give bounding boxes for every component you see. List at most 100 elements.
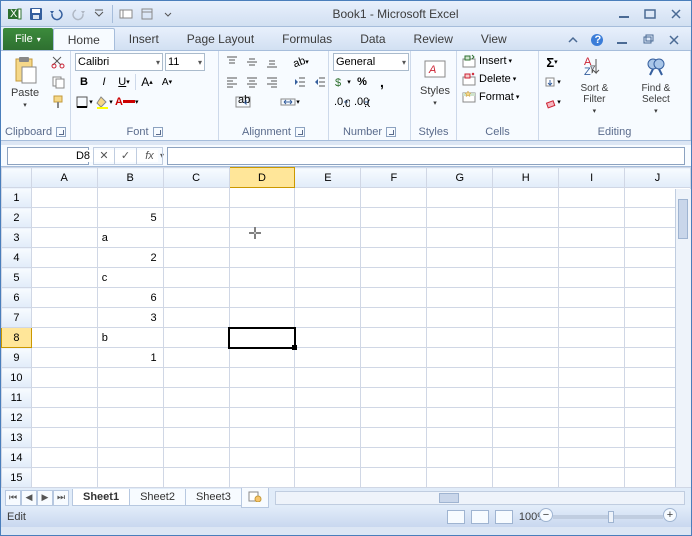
cell-F7[interactable] <box>361 308 427 328</box>
cell-C9[interactable] <box>163 348 229 368</box>
qat-dropdown-icon[interactable] <box>158 4 178 24</box>
number-format-combo[interactable]: General▾ <box>333 53 409 71</box>
column-header-B[interactable]: B <box>97 168 163 188</box>
cell-D13[interactable] <box>229 428 295 448</box>
cell-D9[interactable] <box>229 348 295 368</box>
tab-nav-next[interactable]: ▶ <box>37 490 53 506</box>
autosum-button[interactable]: Σ▾ <box>543 53 561 71</box>
cell-C4[interactable] <box>163 248 229 268</box>
cell-D8[interactable] <box>229 328 295 348</box>
align-middle-button[interactable] <box>243 53 261 71</box>
row-header-13[interactable]: 13 <box>2 428 32 448</box>
cell-E9[interactable] <box>295 348 361 368</box>
font-name-combo[interactable]: Calibri▾ <box>75 53 163 71</box>
tab-view[interactable]: View <box>467 28 521 50</box>
cell-H11[interactable] <box>493 388 559 408</box>
cell-B10[interactable] <box>97 368 163 388</box>
cell-E5[interactable] <box>295 268 361 288</box>
cell-A11[interactable] <box>31 388 97 408</box>
cell-A10[interactable] <box>31 368 97 388</box>
fill-button[interactable]: ▾ <box>543 73 561 91</box>
cell-A15[interactable] <box>31 468 97 488</box>
cell-I8[interactable] <box>559 328 625 348</box>
cell-C2[interactable] <box>163 208 229 228</box>
row-header-9[interactable]: 9 <box>2 348 32 368</box>
cell-A3[interactable] <box>31 228 97 248</box>
bold-button[interactable]: B <box>75 73 93 91</box>
row-header-4[interactable]: 4 <box>2 248 32 268</box>
workbook-close-button[interactable] <box>663 32 685 48</box>
cell-H14[interactable] <box>493 448 559 468</box>
number-dialog-launcher[interactable] <box>386 127 396 137</box>
tab-page-layout[interactable]: Page Layout <box>173 28 268 50</box>
save-button[interactable] <box>26 4 46 24</box>
row-header-15[interactable]: 15 <box>2 468 32 488</box>
column-header-G[interactable]: G <box>427 168 493 188</box>
cell-F4[interactable] <box>361 248 427 268</box>
align-center-button[interactable] <box>243 73 261 91</box>
cell-F6[interactable] <box>361 288 427 308</box>
cell-I1[interactable] <box>559 188 625 208</box>
cell-G15[interactable] <box>427 468 493 488</box>
border-button[interactable]: ▾ <box>75 93 93 111</box>
cell-F14[interactable] <box>361 448 427 468</box>
cell-B2[interactable]: 5 <box>97 208 163 228</box>
cell-F10[interactable] <box>361 368 427 388</box>
column-header-H[interactable]: H <box>493 168 559 188</box>
cell-A4[interactable] <box>31 248 97 268</box>
fill-color-button[interactable]: ▾ <box>95 93 113 111</box>
accounting-format-button[interactable]: $▾ <box>333 73 351 91</box>
cell-G9[interactable] <box>427 348 493 368</box>
qat-extra-1[interactable] <box>116 4 136 24</box>
cell-I6[interactable] <box>559 288 625 308</box>
cell-H3[interactable] <box>493 228 559 248</box>
cell-A13[interactable] <box>31 428 97 448</box>
cell-F11[interactable] <box>361 388 427 408</box>
cell-E14[interactable] <box>295 448 361 468</box>
cell-A9[interactable] <box>31 348 97 368</box>
cell-D15[interactable] <box>229 468 295 488</box>
cell-H13[interactable] <box>493 428 559 448</box>
align-left-button[interactable] <box>223 73 241 91</box>
help-icon[interactable]: ? <box>587 30 607 50</box>
column-header-A[interactable]: A <box>31 168 97 188</box>
cell-G13[interactable] <box>427 428 493 448</box>
cell-B3[interactable]: a <box>97 228 163 248</box>
cell-A1[interactable] <box>31 188 97 208</box>
increase-decimal-button[interactable]: .0.00 <box>333 93 351 111</box>
cell-C7[interactable] <box>163 308 229 328</box>
column-header-J[interactable]: J <box>625 168 691 188</box>
cell-G2[interactable] <box>427 208 493 228</box>
file-tab[interactable]: File▾ <box>3 28 53 50</box>
tab-data[interactable]: Data <box>346 28 399 50</box>
cell-B6[interactable]: 6 <box>97 288 163 308</box>
cell-B5[interactable]: c <box>97 268 163 288</box>
cell-H2[interactable] <box>493 208 559 228</box>
decrease-font-button[interactable]: A▾ <box>158 73 176 91</box>
tab-nav-first[interactable]: ⏮ <box>5 490 21 506</box>
format-cells-button[interactable]: Format▾ <box>461 89 519 105</box>
align-right-button[interactable] <box>263 73 281 91</box>
cell-B8[interactable]: b <box>97 328 163 348</box>
cell-G5[interactable] <box>427 268 493 288</box>
cell-I13[interactable] <box>559 428 625 448</box>
cell-A8[interactable] <box>31 328 97 348</box>
sheet-tab-sheet2[interactable]: Sheet2 <box>129 489 186 506</box>
cell-B4[interactable]: 2 <box>97 248 163 268</box>
qat-extra-2[interactable] <box>137 4 157 24</box>
cell-A6[interactable] <box>31 288 97 308</box>
cell-H9[interactable] <box>493 348 559 368</box>
cell-A5[interactable] <box>31 268 97 288</box>
cell-F5[interactable] <box>361 268 427 288</box>
cell-I4[interactable] <box>559 248 625 268</box>
cell-E8[interactable] <box>295 328 361 348</box>
tab-home[interactable]: Home <box>53 28 115 50</box>
cell-F3[interactable] <box>361 228 427 248</box>
cancel-formula-button[interactable]: ✕ <box>93 147 115 165</box>
increase-indent-button[interactable] <box>311 73 329 91</box>
cell-H10[interactable] <box>493 368 559 388</box>
cell-G10[interactable] <box>427 368 493 388</box>
new-sheet-button[interactable] <box>241 488 269 508</box>
cell-C12[interactable] <box>163 408 229 428</box>
row-header-1[interactable]: 1 <box>2 188 32 208</box>
